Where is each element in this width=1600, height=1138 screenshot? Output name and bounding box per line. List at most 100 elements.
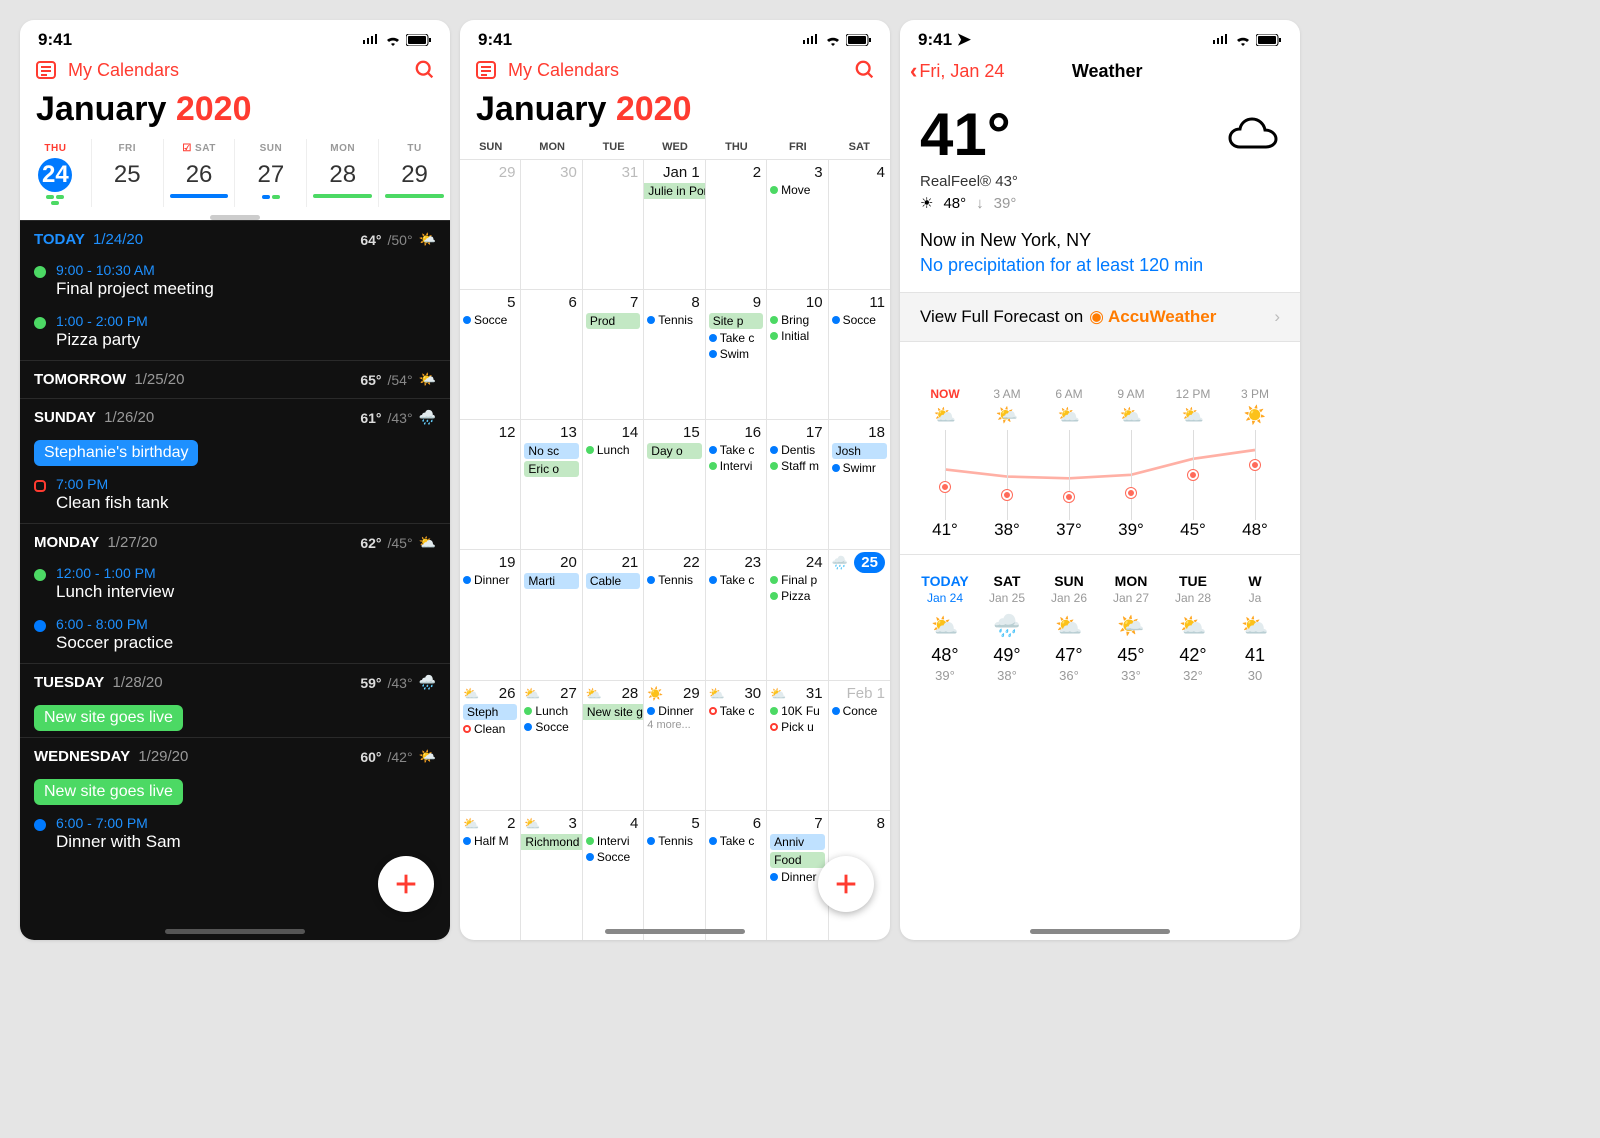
chevron-right-icon: ›	[1274, 307, 1280, 327]
daily-column[interactable]: TODAYJan 24⛅48°39°	[914, 573, 976, 683]
month-cell[interactable]: 2	[706, 159, 767, 289]
precipitation-link[interactable]: No precipitation for at least 120 min	[920, 255, 1280, 276]
calendar-list-icon[interactable]	[34, 58, 58, 82]
status-time: 9:41 ➤	[918, 30, 971, 50]
month-cell[interactable]: ⛅27LunchSocce	[521, 680, 582, 810]
day-column[interactable]: FRI25	[91, 139, 163, 207]
status-bar: 9:41 ➤	[900, 20, 1300, 54]
month-cell[interactable]: 19Dinner	[460, 549, 521, 679]
month-cell[interactable]: 29	[460, 159, 521, 289]
calendar-list-icon[interactable]	[474, 58, 498, 82]
month-cell[interactable]: 8Tennis	[644, 289, 705, 419]
daily-column[interactable]: WJa⛅4130	[1224, 573, 1286, 683]
month-grid[interactable]: 293031Jan 1Julie in Portland23Move4 5Socc…	[460, 159, 890, 940]
month-cell[interactable]: 17DentisStaff m	[767, 419, 828, 549]
realfeel: RealFeel® 43°	[920, 173, 1280, 190]
month-cell[interactable]: 18JoshSwimr	[829, 419, 890, 549]
day-column[interactable]: ☑ SAT26	[163, 139, 235, 207]
month-cell[interactable]: 5Tennis	[644, 810, 705, 940]
agenda-item[interactable]: 1:00 - 2:00 PMPizza party	[20, 309, 450, 360]
month-cell[interactable]: 16Take cIntervi	[706, 419, 767, 549]
month-cell[interactable]: 5Socce	[460, 289, 521, 419]
month-cell[interactable]: 7Prod	[583, 289, 644, 419]
month-cell[interactable]: 9Site pTake cSwim	[706, 289, 767, 419]
accuweather-link[interactable]: View Full Forecast on ◉ AccuWeather ›	[900, 292, 1300, 342]
phone-agenda: 9:41 My Calendars January 2020 THU24FRI2…	[20, 20, 450, 940]
month-cell[interactable]: 31	[583, 159, 644, 289]
nav-label[interactable]: My Calendars	[508, 60, 854, 81]
home-indicator[interactable]	[165, 929, 305, 934]
daily-column[interactable]: SATJan 25🌧️49°38°	[976, 573, 1038, 683]
month-cell[interactable]: 24Final pPizza	[767, 549, 828, 679]
agenda-item[interactable]: 7:00 PMClean fish tank	[20, 472, 450, 523]
agenda-day-header[interactable]: SUNDAY 1/26/2061°/43°🌧️	[20, 398, 450, 436]
day-strip[interactable]: THU24FRI25☑ SAT26SUN27MON28TU29	[20, 139, 450, 207]
location-arrow-icon: ➤	[957, 30, 971, 49]
nav-row: My Calendars	[460, 54, 890, 90]
month-cell[interactable]: 10BringInitial	[767, 289, 828, 419]
agenda-day-header[interactable]: TOMORROW 1/25/2065°/54°🌤️	[20, 360, 450, 398]
nav-label[interactable]: My Calendars	[68, 60, 414, 81]
daily-column[interactable]: TUEJan 28⛅42°32°	[1162, 573, 1224, 683]
month-cell[interactable]: 3Move	[767, 159, 828, 289]
dow-header: SUNMONTUEWEDTHUFRISAT	[460, 139, 890, 159]
month-cell[interactable]: 11Socce	[829, 289, 890, 419]
phone-month: 9:41 My Calendars January 2020 SUNMONTUE…	[460, 20, 890, 940]
month-cell[interactable]: 12	[460, 419, 521, 549]
month-cell[interactable]: 6Take c	[706, 810, 767, 940]
agenda-list[interactable]: TODAY 1/24/2064°/50°🌤️9:00 - 10:30 AMFin…	[20, 220, 450, 940]
month-cell[interactable]: 13No scEric o	[521, 419, 582, 549]
month-cell[interactable]: 30	[521, 159, 582, 289]
month-cell[interactable]: 6	[521, 289, 582, 419]
daily-column[interactable]: SUNJan 26⛅47°36°	[1038, 573, 1100, 683]
agenda-item[interactable]: 12:00 - 1:00 PMLunch interview	[20, 561, 450, 612]
month-cell[interactable]: 14Lunch	[583, 419, 644, 549]
agenda-day-header[interactable]: TODAY 1/24/2064°/50°🌤️	[20, 220, 450, 258]
month-cell[interactable]: 21Cable	[583, 549, 644, 679]
add-event-button[interactable]	[818, 856, 874, 912]
month-cell[interactable]: 4InterviSocce	[583, 810, 644, 940]
status-icons	[802, 34, 872, 46]
search-icon[interactable]	[854, 59, 876, 81]
daily-forecast[interactable]: TODAYJan 24⛅48°39°SATJan 25🌧️49°38°SUNJa…	[900, 555, 1300, 701]
month-cell[interactable]: ⛅3Richmond	[521, 810, 582, 940]
month-cell[interactable]: ⛅26StephClean	[460, 680, 521, 810]
day-column[interactable]: TU29	[378, 139, 450, 207]
month-cell[interactable]: 🌧️25	[829, 549, 890, 679]
agenda-item[interactable]: 9:00 - 10:30 AMFinal project meeting	[20, 258, 450, 309]
month-cell[interactable]: ⛅3110K FuPick u	[767, 680, 828, 810]
day-column[interactable]: SUN27	[234, 139, 306, 207]
month-cell[interactable]: 20Marti	[521, 549, 582, 679]
all-day-badge[interactable]: Stephanie's birthday	[34, 440, 198, 466]
month-cell[interactable]: ⛅30Take c	[706, 680, 767, 810]
agenda-day-header[interactable]: TUESDAY 1/28/2059°/43°🌧️	[20, 663, 450, 701]
current-temp: 41°	[920, 100, 1011, 169]
day-column[interactable]: THU24	[20, 139, 91, 207]
search-icon[interactable]	[414, 59, 436, 81]
back-chevron-icon[interactable]: ‹	[910, 58, 917, 84]
agenda-item[interactable]: 6:00 - 8:00 PMSoccer practice	[20, 612, 450, 663]
month-cell[interactable]: 22Tennis	[644, 549, 705, 679]
daily-column[interactable]: MONJan 27🌤️45°33°	[1100, 573, 1162, 683]
month-cell[interactable]: ⛅28New site goes live	[583, 680, 644, 810]
nav-row: My Calendars	[20, 54, 450, 90]
agenda-day-header[interactable]: MONDAY 1/27/2062°/45°⛅	[20, 523, 450, 561]
month-cell[interactable]: ⛅2Half M	[460, 810, 521, 940]
status-bar: 9:41	[20, 20, 450, 54]
month-cell[interactable]: 4	[829, 159, 890, 289]
month-cell[interactable]: Jan 1Julie in Portland	[644, 159, 705, 289]
home-indicator[interactable]	[605, 929, 745, 934]
month-cell[interactable]: Feb 1Conce	[829, 680, 890, 810]
all-day-badge[interactable]: New site goes live	[34, 705, 183, 731]
agenda-item[interactable]: 6:00 - 7:00 PMDinner with Sam	[20, 811, 450, 862]
all-day-badge[interactable]: New site goes live	[34, 779, 183, 805]
month-cell[interactable]: 23Take c	[706, 549, 767, 679]
month-cell[interactable]: 15Day o	[644, 419, 705, 549]
month-cell[interactable]: ☀️29Dinner4 more...	[644, 680, 705, 810]
add-event-button[interactable]	[378, 856, 434, 912]
agenda-day-header[interactable]: WEDNESDAY 1/29/2060°/42°🌤️	[20, 737, 450, 775]
hourly-forecast[interactable]: NOW⛅41°3 AM🌤️38°6 AM⛅37°9 AM⛅39°12 PM⛅45…	[900, 342, 1300, 555]
sunrise-icon: ☀︎	[920, 194, 933, 212]
day-column[interactable]: MON28	[306, 139, 378, 207]
home-indicator[interactable]	[1030, 929, 1170, 934]
